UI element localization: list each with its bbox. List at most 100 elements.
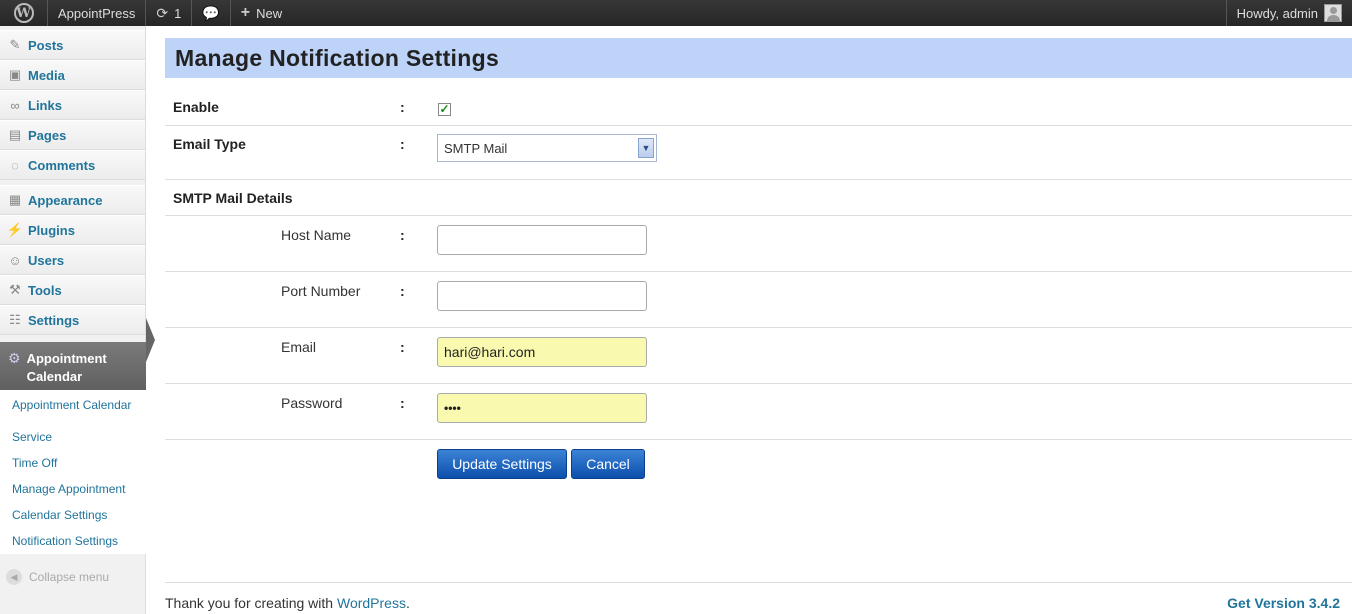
refresh-icon: ⟳: [156, 4, 169, 21]
sidebar-item-plugins[interactable]: ⚡ Plugins: [0, 215, 145, 245]
smtp-section-row: SMTP Mail Details: [165, 180, 1352, 216]
comments-link[interactable]: 💬: [192, 0, 231, 26]
host-name-input[interactable]: [437, 225, 647, 255]
sidebar-item-label: Appearance: [28, 192, 103, 208]
appointment-submenu: Appointment Calendar Service Time Off Ma…: [0, 390, 146, 554]
current-menu-arrow: [146, 318, 155, 362]
password-label: Password: [281, 395, 343, 411]
port-label: Port Number: [281, 283, 361, 299]
sidebar-item-label: Appointment Calendar: [27, 350, 107, 386]
pin-icon: ✎: [9, 37, 21, 52]
submenu-notification-settings[interactable]: Notification Settings: [0, 528, 146, 554]
sidebar-item-appearance[interactable]: ▦ Appearance: [0, 185, 145, 215]
sidebar-item-pages[interactable]: ▤ Pages: [0, 120, 145, 150]
admin-bar: W AppointPress ⟳ 1 💬 + New Howdy, admin: [0, 0, 1352, 26]
link-icon: ∞: [10, 97, 20, 113]
collapse-menu-button[interactable]: ◀ Collapse menu: [0, 564, 146, 590]
enable-checkbox[interactable]: ✓: [438, 103, 451, 116]
wordpress-link[interactable]: WordPress: [337, 595, 406, 611]
new-content-link[interactable]: + New: [231, 0, 292, 26]
tools-icon: ⚒: [9, 282, 21, 297]
colon: :: [400, 99, 405, 115]
sidebar-item-comments[interactable]: ◌ Comments: [0, 150, 145, 180]
port-number-input[interactable]: [437, 281, 647, 311]
footer-thanks: Thank you for creating with WordPress.: [165, 595, 410, 611]
chevron-down-icon[interactable]: ▼: [638, 138, 654, 158]
footer-divider: [165, 582, 1352, 583]
main-content: Manage Notification Settings Enable : ✓ …: [165, 26, 1352, 614]
comment-bubble-icon: 💬: [202, 4, 220, 21]
submenu-calendar-settings[interactable]: Calendar Settings: [0, 502, 146, 528]
colon: :: [400, 395, 405, 411]
password-row: Password : ••••: [165, 384, 1352, 440]
submenu-service[interactable]: Service: [0, 424, 146, 450]
smtp-section-heading: SMTP Mail Details: [173, 190, 293, 206]
users-icon: ☺: [8, 252, 22, 268]
sidebar-item-users[interactable]: ☺ Users: [0, 245, 145, 275]
new-label: New: [256, 5, 283, 21]
colon: :: [400, 136, 405, 152]
submenu-appointment-calendar[interactable]: Appointment Calendar: [0, 394, 146, 424]
gear-icon: ⚙: [8, 350, 21, 366]
collapse-menu-label: Collapse menu: [29, 570, 110, 584]
submenu-time-off[interactable]: Time Off: [0, 450, 146, 476]
email-type-row: Email Type : SMTP Mail ▼: [165, 126, 1352, 180]
plus-icon: +: [240, 4, 251, 21]
colon: :: [400, 283, 405, 299]
appearance-icon: ▦: [8, 192, 22, 207]
sidebar-item-tools[interactable]: ⚒ Tools: [0, 275, 145, 305]
site-name-link[interactable]: AppointPress: [48, 0, 147, 26]
email-type-select[interactable]: SMTP Mail ▼: [437, 134, 657, 162]
sidebar-item-label: Posts: [28, 37, 64, 53]
submenu-manage-appointment[interactable]: Manage Appointment: [0, 476, 146, 502]
email-row: Email : hari@hari.com: [165, 328, 1352, 384]
sidebar-item-media[interactable]: ▣ Media: [0, 60, 145, 90]
get-version-link[interactable]: Get Version 3.4.2: [1227, 595, 1340, 611]
account-menu[interactable]: Howdy, admin: [1225, 0, 1352, 26]
email-type-value: SMTP Mail: [444, 140, 508, 156]
plugin-icon: ⚡: [6, 222, 24, 237]
sidebar-item-label: Comments: [28, 157, 96, 173]
sidebar-item-links[interactable]: ∞ Links: [0, 90, 145, 120]
password-input[interactable]: ••••: [437, 393, 647, 423]
email-type-label: Email Type: [173, 136, 246, 152]
howdy-greeting: Howdy, admin: [1236, 5, 1318, 21]
updates-count: 1: [174, 5, 182, 21]
cancel-button[interactable]: Cancel: [571, 449, 645, 479]
page-title: Manage Notification Settings: [175, 44, 500, 71]
sidebar-item-posts[interactable]: ✎ Posts: [0, 30, 145, 60]
enable-row: Enable : ✓: [165, 89, 1352, 126]
host-row: Host Name :: [165, 216, 1352, 272]
pages-icon: ▤: [8, 127, 22, 142]
comment-icon: ◌: [11, 157, 19, 173]
sidebar-item-label: Plugins: [28, 222, 75, 238]
sidebar-item-label: Users: [28, 252, 65, 268]
sidebar-item-label: Settings: [28, 312, 80, 328]
collapse-arrow-icon: ◀: [6, 569, 22, 585]
settings-icon: ☷: [9, 312, 21, 327]
update-settings-button[interactable]: Update Settings: [437, 449, 567, 479]
sidebar-item-label: Media: [28, 67, 65, 83]
avatar-icon: [1324, 4, 1342, 22]
sidebar-item-settings[interactable]: ☷ Settings: [0, 305, 145, 335]
wordpress-logo-icon: W: [13, 3, 34, 23]
footer-thanks-suffix: .: [405, 595, 410, 611]
host-label: Host Name: [281, 227, 352, 243]
sidebar-item-label: Tools: [28, 282, 62, 298]
email-label: Email: [281, 339, 317, 355]
sidebar-item-label: Pages: [28, 127, 67, 143]
colon: :: [400, 227, 405, 243]
current-menu-line1: Appointment: [26, 351, 107, 366]
wordpress-menu[interactable]: W: [0, 0, 48, 26]
colon: :: [400, 339, 405, 355]
enable-label: Enable: [173, 99, 219, 115]
updates-link[interactable]: ⟳ 1: [146, 0, 193, 26]
current-menu-line2: Calendar: [26, 369, 83, 384]
email-input[interactable]: hari@hari.com: [437, 337, 647, 367]
sidebar-item-appointment-calendar[interactable]: ⚙ Appointment Calendar: [0, 342, 146, 390]
page-header: Manage Notification Settings: [165, 38, 1352, 78]
admin-sidebar: ✎ Posts ▣ Media ∞ Links ▤ Pages ◌ Comments ▦ A…: [0, 26, 146, 614]
media-icon: ▣: [8, 67, 22, 82]
port-row: Port Number :: [165, 272, 1352, 328]
footer-thanks-prefix: Thank you for creating with: [165, 595, 337, 611]
